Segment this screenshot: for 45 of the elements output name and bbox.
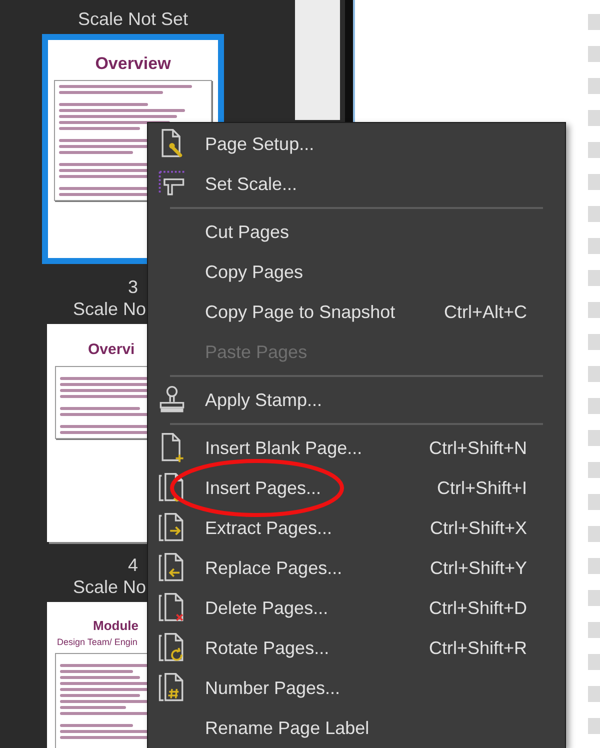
shortcut-label: Ctrl+Shift+R (428, 636, 527, 660)
grid-marker (588, 174, 600, 190)
grid-marker (588, 718, 600, 734)
grid-marker (588, 366, 600, 382)
page-heading: Module (93, 617, 138, 635)
grid-marker (588, 110, 600, 126)
scrollbar-thumb[interactable] (295, 0, 340, 120)
shortcut-label: Ctrl+Shift+D (428, 596, 527, 620)
grid-marker (588, 302, 600, 318)
grid-marker (588, 398, 600, 414)
page-number: 4 (128, 554, 138, 576)
shortcut-label: Ctrl+Shift+I (436, 476, 527, 500)
page-heading: Overview (95, 53, 171, 75)
grid-marker (588, 494, 600, 510)
shortcut-label: Ctrl+Alt+C (444, 300, 527, 324)
grid-marker (588, 686, 600, 702)
menu-item[interactable]: Number Pages... (148, 668, 565, 708)
shortcut-label: Ctrl+Shift+X (430, 516, 527, 540)
grid-marker (588, 270, 600, 286)
page-heading: Overvi (88, 340, 135, 360)
shortcut-label: Ctrl+Shift+N (428, 436, 527, 460)
scale-label: Scale No (73, 576, 146, 598)
grid-marker (588, 206, 600, 222)
grid-marker (588, 14, 600, 30)
menu-item[interactable]: Rotate Pages... Ctrl+Shift+R (148, 628, 565, 668)
grid-marker (588, 654, 600, 670)
grid-marker (588, 142, 600, 158)
grid-marker (588, 46, 600, 62)
shortcut-label: Ctrl+Shift+Y (430, 556, 527, 580)
grid-marker (588, 526, 600, 542)
grid-marker (588, 462, 600, 478)
grid-marker (588, 238, 600, 254)
scale-label: Scale No (73, 298, 146, 320)
grid-marker (588, 558, 600, 574)
grid-marker (588, 334, 600, 350)
scale-label: Scale Not Set (78, 8, 188, 30)
page-number: 3 (128, 276, 138, 298)
grid-marker (588, 590, 600, 606)
menu-item[interactable]: Rename Page Label (148, 708, 565, 748)
menu-item[interactable]: Replace Pages... Ctrl+Shift+Y (148, 548, 565, 588)
page-subheading: Design Team/ Engin (57, 636, 138, 649)
menu-item[interactable]: Delete Pages... Ctrl+Shift+D (148, 588, 565, 628)
grid-marker (588, 78, 600, 94)
grid-marker (588, 430, 600, 446)
grid-marker (588, 622, 600, 638)
